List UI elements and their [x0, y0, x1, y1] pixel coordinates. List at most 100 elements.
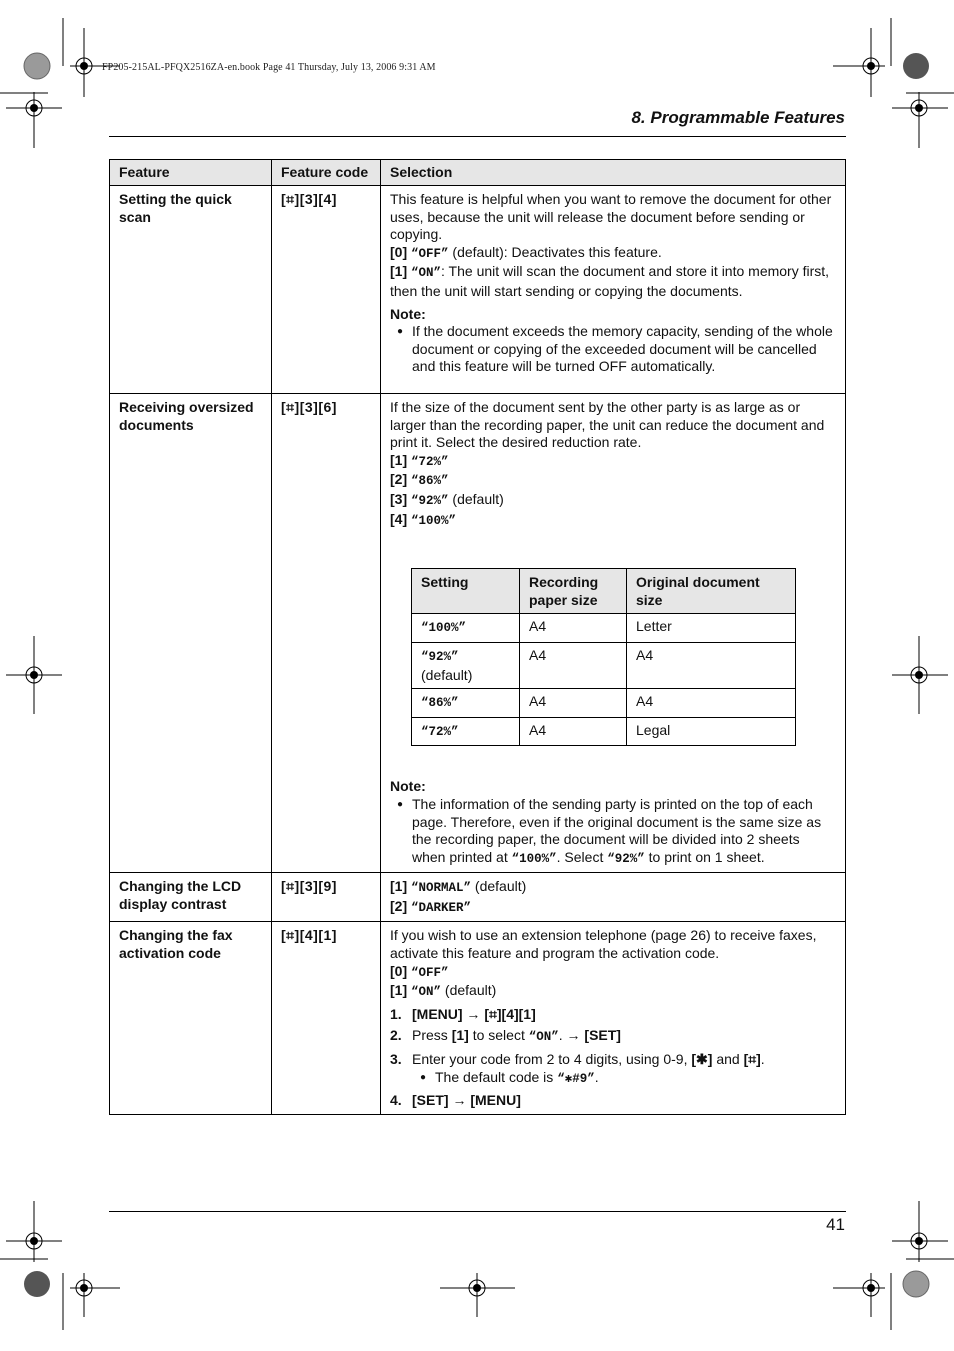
- selection-cell: If the size of the document sent by the …: [380, 392, 846, 874]
- selection-cell: [1] “NORMAL” (default) [2] “DARKER”: [380, 872, 846, 923]
- step-key: [✱]: [691, 1051, 713, 1068]
- setting-cell: “92%” (default): [411, 641, 520, 690]
- original-cell: Legal: [626, 716, 796, 747]
- option-value: “OFF”: [411, 965, 449, 980]
- features-table: Feature Feature code Selection Setting t…: [109, 159, 846, 1115]
- option-line: [0] “OFF”: [390, 963, 836, 983]
- option-value: “OFF”: [411, 246, 449, 261]
- footer-rule: [109, 1211, 846, 1212]
- subtable-row: “86%” A4 A4: [411, 688, 796, 718]
- subheader-recording-paper: Recording paper size: [519, 568, 627, 615]
- option-value: “DARKER”: [411, 900, 472, 915]
- setting-value: “86%”: [421, 696, 459, 711]
- paper-cell: A4: [519, 688, 627, 718]
- option-value: “72%”: [411, 454, 449, 469]
- table-row: Changing the LCD display contrast [⌗][3]…: [109, 872, 846, 923]
- option-value: “86%”: [411, 474, 449, 489]
- step-key: [⌗]: [743, 1051, 761, 1068]
- note-title: Note:: [390, 305, 426, 322]
- setting-cell: “72%”: [411, 716, 520, 747]
- note-text: If the document exceeds the memory capac…: [412, 323, 833, 375]
- table-row: Receiving oversized documents [⌗][3][6] …: [109, 392, 846, 874]
- note-text: The information of the sending party is …: [412, 796, 836, 868]
- option-key: [1]: [390, 878, 408, 895]
- option-key: [2]: [390, 471, 408, 488]
- original-cell: Letter: [626, 613, 796, 643]
- step-key: [1]: [451, 1027, 469, 1044]
- feature-name: Changing the LCD display contrast: [109, 872, 272, 923]
- table-header-row: Feature Feature code Selection: [109, 159, 846, 186]
- step-code: “ON”: [528, 1030, 559, 1045]
- bullet-icon: ●: [420, 1071, 427, 1083]
- step-text-part: Press: [412, 1027, 452, 1044]
- option-line: [3] “92%” (default): [390, 491, 836, 511]
- paper-cell: A4: [519, 641, 627, 690]
- original-cell: A4: [626, 641, 796, 690]
- option-line: [1] “NORMAL” (default): [390, 878, 836, 898]
- feature-name: Changing the fax activation code: [109, 921, 272, 1115]
- setting-cell: “86%”: [411, 688, 520, 718]
- option-value: “92%”: [411, 493, 449, 508]
- step-number: 4.: [390, 1092, 402, 1109]
- option-line: [4] “100%”: [390, 511, 836, 531]
- feature-code: [⌗][3][6]: [271, 392, 381, 874]
- option-key: [4]: [390, 510, 408, 527]
- header-feature: Feature: [109, 159, 272, 186]
- selection-cell: This feature is helpful when you want to…: [380, 185, 846, 394]
- step-text: Press [1] to select “ON”. → [SET]: [412, 1027, 621, 1047]
- option-line: [2] “86%”: [390, 471, 836, 491]
- paper-cell: A4: [519, 716, 627, 747]
- feature-name: Setting the quick scan: [109, 185, 272, 394]
- option-key: [1]: [390, 982, 408, 999]
- header-feature-code: Feature code: [271, 159, 381, 186]
- option-value: “ON”: [411, 266, 442, 281]
- note-text-part: to print on 1 sheet.: [644, 848, 765, 865]
- feature-code: [⌗][3][4]: [271, 185, 381, 394]
- note-bullet: ● If the document exceeds the memory capa…: [390, 323, 836, 376]
- step-1: 1. [MENU] → [⌗][4][1]: [390, 1006, 836, 1024]
- option-desc: (default): [441, 982, 497, 999]
- option-line: [0] “OFF” (default): Deactivates this fe…: [390, 244, 836, 264]
- subtable-row: “100%” A4 Letter: [411, 613, 796, 643]
- note-code: “100%”: [511, 851, 557, 866]
- selection-cell: If you wish to use an extension telephon…: [380, 921, 846, 1115]
- option-desc: (default): [471, 878, 527, 895]
- paper-cell: A4: [519, 613, 627, 643]
- selection-intro: If you wish to use an extension telephon…: [390, 927, 817, 962]
- step-text: [SET] → [MENU]: [412, 1092, 521, 1109]
- option-line: [1] “72%”: [390, 452, 836, 472]
- option-line: [2] “DARKER”: [390, 898, 836, 918]
- feature-code: [⌗][3][9]: [271, 872, 381, 923]
- setting-value: “72%”: [421, 724, 459, 739]
- step-2: 2. Press [1] to select “ON”. → [SET]: [390, 1027, 836, 1047]
- setting-value: “100%”: [421, 621, 467, 636]
- note-code: “92%”: [607, 851, 645, 866]
- step-text-part: to select: [468, 1027, 529, 1044]
- subheader-original-size: Original document size: [626, 568, 796, 615]
- option-key: [2]: [390, 897, 408, 914]
- setting-suffix: (default): [421, 666, 473, 683]
- step-number: 3.: [390, 1051, 402, 1068]
- subtable-row: “92%” (default) A4 A4: [411, 641, 796, 690]
- note-text-part: . Select: [556, 848, 608, 865]
- bullet-icon: ●: [397, 798, 404, 810]
- step-sub-bullet: ● The default code is “✱#9”.: [412, 1069, 765, 1089]
- option-desc: (default): [448, 490, 504, 507]
- step-text: Enter your code from 2 to 4 digits, usin…: [412, 1051, 765, 1088]
- bullet-icon: ●: [397, 326, 404, 338]
- reduction-table: Setting Recording paper size Original do…: [411, 568, 796, 747]
- note-bullet: ● The information of the sending party is…: [390, 796, 836, 868]
- book-info: FP205-215AL-PFQX2516ZA-en.book Page 41 T…: [102, 62, 436, 73]
- step-text-part: .: [760, 1051, 765, 1068]
- step-text-part: Enter your code from 2 to 4 digits, usin…: [412, 1051, 692, 1068]
- page-number: 41: [826, 1215, 845, 1234]
- step-text-part: and: [712, 1051, 744, 1068]
- setting-cell: “100%”: [411, 613, 520, 643]
- sub-text: The default code is: [435, 1068, 558, 1085]
- option-value: “100%”: [411, 513, 457, 528]
- step-text: [MENU] → [⌗][4][1]: [412, 1005, 536, 1022]
- subheader-setting: Setting: [411, 568, 520, 615]
- step-number: 1.: [390, 1005, 402, 1022]
- option-key: [0]: [390, 243, 408, 260]
- option-desc: (default): Deactivates this feature.: [448, 243, 662, 260]
